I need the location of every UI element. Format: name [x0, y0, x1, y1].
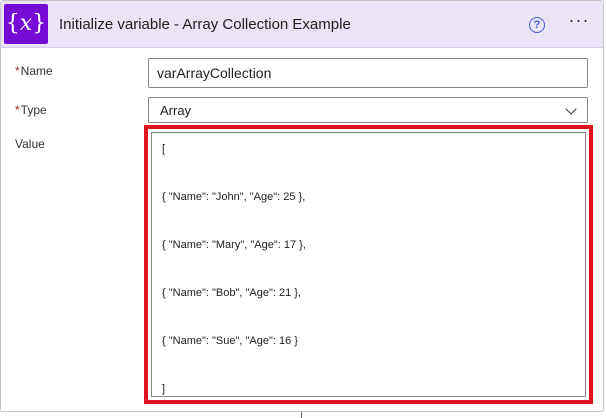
value-highlight-box: [ { "Name": "John", "Age": 25 }, { "Name…	[144, 125, 593, 404]
more-options-button[interactable]: ···	[567, 11, 591, 33]
card-title[interactable]: Initialize variable - Array Collection E…	[59, 16, 351, 33]
value-line: { "Name": "Sue", "Age": 16 }	[162, 335, 298, 347]
value-line: { "Name": "Bob", "Age": 21 },	[162, 287, 302, 299]
value-textarea[interactable]: [ { "Name": "John", "Age": 25 }, { "Name…	[151, 132, 586, 397]
value-line: { "Name": "John", "Age": 25 },	[162, 191, 306, 203]
required-marker: *	[15, 103, 20, 117]
question-circle-icon[interactable]: ?	[529, 17, 545, 33]
type-selected-value: Array	[160, 103, 192, 118]
initialize-variable-card: {x} Initialize variable - Array Collecti…	[0, 0, 604, 412]
variable-icon: {x}	[4, 4, 48, 44]
name-label: *Name	[15, 64, 53, 78]
name-input[interactable]: varArrayCollection	[148, 58, 588, 88]
value-line: [	[162, 143, 166, 155]
type-label: *Type	[15, 103, 47, 117]
value-line: { "Name": "Mary", "Age": 17 },	[162, 239, 306, 251]
type-dropdown[interactable]: Array	[148, 97, 588, 123]
flow-connector	[301, 412, 302, 418]
card-header[interactable]: {x} Initialize variable - Array Collecti…	[1, 1, 603, 48]
value-line: ]	[162, 383, 166, 395]
required-marker: *	[15, 64, 20, 78]
value-label: Value	[15, 137, 45, 151]
chevron-down-icon[interactable]	[565, 103, 577, 115]
